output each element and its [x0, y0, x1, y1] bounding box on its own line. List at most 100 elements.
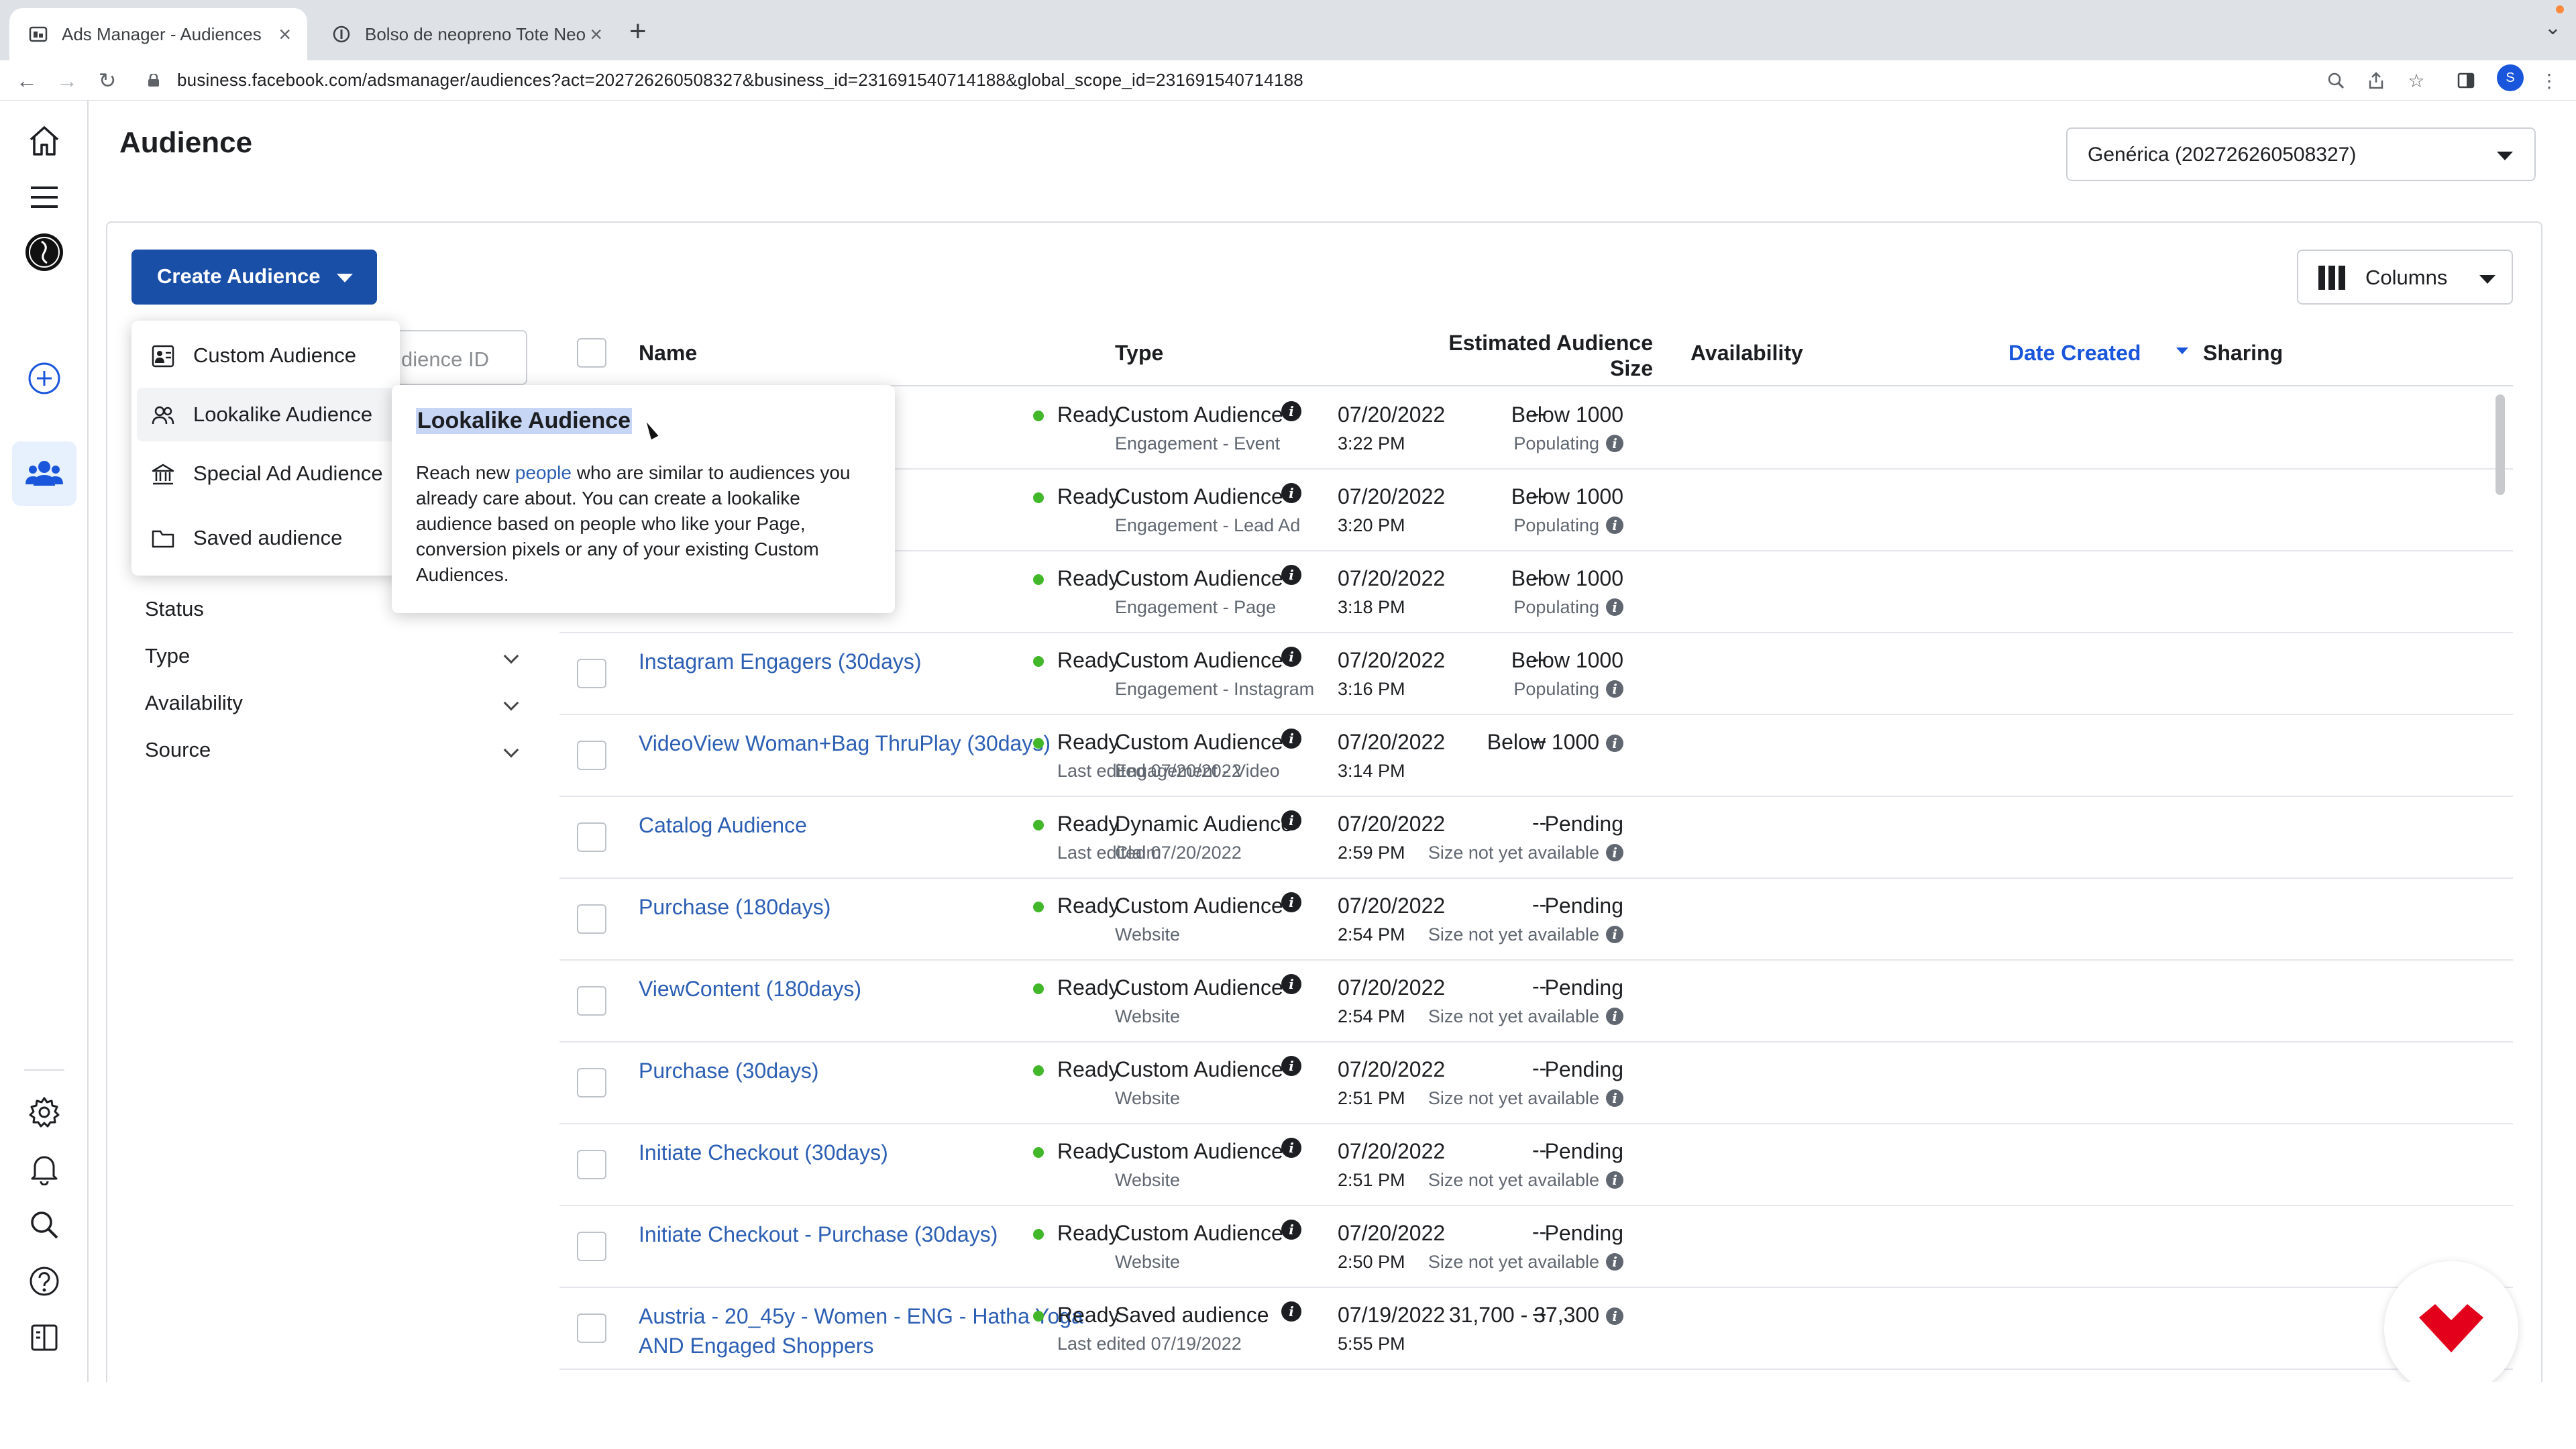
availability-info-icon[interactable]: i [1281, 1301, 1301, 1322]
info-icon[interactable]: i [1606, 1307, 1623, 1325]
table-row[interactable]: ViewContent (180days) Custom Audience Webs… [559, 961, 2513, 1042]
info-icon[interactable]: i [1606, 517, 1623, 534]
audience-name-link[interactable]: Austria - 20_45y - Women - ENG - Hatha Y… [639, 1301, 1095, 1360]
account-avatar-icon[interactable] [24, 232, 64, 272]
availability-info-icon[interactable]: i [1281, 647, 1301, 667]
info-icon[interactable]: i [1606, 844, 1623, 861]
home-icon[interactable] [24, 121, 64, 161]
row-checkbox[interactable] [577, 822, 606, 852]
back-arrow-icon[interactable]: ← [13, 67, 40, 94]
table-scrollbar[interactable] [2496, 394, 2505, 495]
audience-name-link[interactable]: Instagram Engagers (30days) [639, 647, 1095, 676]
availability-info-icon[interactable]: i [1281, 729, 1301, 749]
info-icon[interactable]: i [1606, 598, 1623, 616]
row-checkbox[interactable] [577, 659, 606, 688]
create-audience-button[interactable]: Create Audience [131, 250, 377, 305]
audience-name-link[interactable]: Initiate Checkout (30days) [639, 1138, 1095, 1167]
audience-name-link[interactable]: Initiate Checkout - Purchase (30days) [639, 1220, 1095, 1249]
zoom-icon[interactable] [2324, 68, 2348, 93]
search-icon[interactable] [24, 1205, 64, 1245]
new-tab-icon[interactable]: + [629, 15, 647, 48]
table-row[interactable]: Purchase (180days) Custom Audience Website… [559, 879, 2513, 961]
table-row[interactable]: Purchase (30days) Custom Audience Website P… [559, 1042, 2513, 1124]
browser-tab-product[interactable]: Bolso de neopreno Tote Neo N × [313, 8, 619, 60]
ad-account-selector[interactable]: Genérica (202726260508327) [2066, 127, 2536, 181]
browser-tab-ads-manager[interactable]: Ads Manager - Audiences × [9, 8, 307, 60]
audience-name-link[interactable]: VideoView Woman+Bag ThruPlay (30days) [639, 729, 1095, 758]
reports-panel-icon[interactable] [24, 1318, 64, 1358]
close-tab-icon[interactable]: × [590, 22, 602, 47]
columns-button[interactable]: Columns [2297, 250, 2513, 305]
table-row[interactable]: Catalog Audience Dynamic Audience Claim Pen… [559, 797, 2513, 879]
info-icon[interactable]: i [1606, 1089, 1623, 1107]
side-panel-icon[interactable] [2454, 68, 2478, 93]
profile-avatar[interactable]: S [2497, 64, 2524, 91]
audience-name-link[interactable]: Catalog Audience [639, 810, 1095, 840]
availability-info-icon[interactable]: i [1281, 565, 1301, 585]
menu-item-special-ad-audience[interactable]: Special Ad Audience [137, 447, 394, 500]
tab-search-chevron-icon[interactable]: ⌄ [2544, 16, 2561, 40]
availability-info-icon[interactable]: i [1281, 1056, 1301, 1076]
availability-info-icon[interactable]: i [1281, 1220, 1301, 1240]
info-icon[interactable]: i [1606, 1253, 1623, 1271]
info-icon[interactable]: i [1606, 735, 1623, 752]
brand-logo[interactable] [2384, 1261, 2518, 1395]
row-checkbox[interactable] [577, 904, 606, 934]
menu-hamburger-icon[interactable] [24, 177, 64, 217]
menu-item-lookalike-audience[interactable]: Lookalike Audience [137, 388, 394, 441]
close-tab-icon[interactable]: × [278, 22, 291, 47]
row-checkbox[interactable] [577, 986, 606, 1016]
info-icon[interactable]: i [1606, 1008, 1623, 1025]
filter-type[interactable]: Type [145, 644, 521, 678]
availability-info-icon[interactable]: i [1281, 892, 1301, 912]
row-checkbox[interactable] [577, 1232, 606, 1261]
lock-icon[interactable] [148, 72, 160, 87]
menu-item-saved-audience[interactable]: Saved audience [137, 511, 394, 565]
create-plus-icon[interactable] [24, 358, 64, 398]
audience-name-link[interactable]: ViewContent (180days) [639, 974, 1095, 1004]
table-row[interactable]: Initiate Checkout (30days) Custom Audienc… [559, 1124, 2513, 1206]
column-header-estimated-size[interactable]: Estimated Audience Size [1409, 330, 1653, 381]
audience-name-link[interactable]: Purchase (30days) [639, 1056, 1095, 1085]
table-row[interactable]: VideoView Woman+Bag ThruPlay (30days) Cus… [559, 715, 2513, 797]
column-header-date-created[interactable]: Date Created [2008, 341, 2141, 366]
help-question-icon[interactable] [24, 1261, 64, 1301]
column-header-type[interactable]: Type [1115, 341, 1163, 366]
table-row[interactable]: Austria - 20_45y - Women - ENG - Hatha Y… [559, 1288, 2513, 1370]
column-header-name[interactable]: Name [639, 341, 697, 366]
info-icon[interactable]: i [1606, 926, 1623, 943]
availability-info-icon[interactable]: i [1281, 1138, 1301, 1158]
column-header-sharing[interactable]: Sharing [2203, 341, 2283, 366]
audiences-people-icon[interactable] [24, 453, 64, 494]
info-icon[interactable]: i [1606, 435, 1623, 452]
share-icon[interactable] [2364, 68, 2388, 93]
browser-menu-icon[interactable]: ⋮ [2537, 68, 2561, 93]
url-field[interactable]: business.facebook.com/adsmanager/audienc… [177, 70, 1303, 91]
availability-note: Last edited 07/20/2022 [1057, 761, 1242, 781]
info-icon[interactable]: i [1606, 680, 1623, 698]
bookmark-star-icon[interactable]: ☆ [2404, 68, 2428, 93]
menu-item-custom-audience[interactable]: Custom Audience [137, 329, 394, 382]
tooltip-people-link[interactable]: people [515, 462, 572, 483]
forward-arrow-icon[interactable]: → [54, 67, 80, 94]
row-checkbox[interactable] [577, 1150, 606, 1179]
row-checkbox[interactable] [577, 1068, 606, 1097]
table-row[interactable]: Initiate Checkout - Purchase (30days) Cus… [559, 1206, 2513, 1288]
table-row[interactable]: Instagram Engagers (30days) Custom Audien… [559, 633, 2513, 715]
filter-availability[interactable]: Availability [145, 691, 521, 724]
availability-info-icon[interactable]: i [1281, 974, 1301, 994]
availability-info-icon[interactable]: i [1281, 483, 1301, 503]
info-icon[interactable]: i [1606, 1171, 1623, 1189]
settings-gear-icon[interactable] [24, 1092, 64, 1132]
row-checkbox[interactable] [577, 1313, 606, 1343]
filter-source[interactable]: Source [145, 738, 521, 771]
notifications-bell-icon[interactable] [24, 1148, 64, 1189]
column-header-availability[interactable]: Availability [1690, 341, 1803, 366]
audience-name-link[interactable]: Purchase (180days) [639, 892, 1095, 922]
availability-info-icon[interactable]: i [1281, 810, 1301, 830]
select-all-checkbox[interactable] [577, 338, 606, 368]
sort-desc-icon[interactable] [2176, 347, 2188, 354]
reload-icon[interactable]: ↻ [94, 67, 121, 94]
row-checkbox[interactable] [577, 741, 606, 770]
availability-info-icon[interactable]: i [1281, 401, 1301, 421]
